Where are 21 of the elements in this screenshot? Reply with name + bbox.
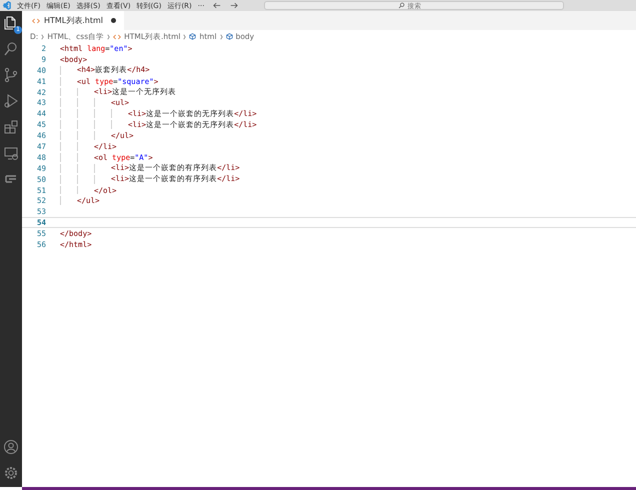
cube-icon (189, 33, 196, 40)
forward-arrow-icon[interactable] (230, 2, 238, 9)
chevron-icon (220, 34, 223, 40)
extensions-icon[interactable] (3, 119, 19, 135)
editor-tab[interactable]: HTML列表.html (22, 11, 124, 30)
back-arrow-icon[interactable] (213, 2, 222, 9)
chevron-icon (183, 34, 186, 40)
chevron-icon (107, 34, 110, 40)
branch-icon[interactable] (3, 67, 19, 83)
play-bug-icon[interactable] (3, 93, 19, 109)
chevron-icon (41, 34, 44, 40)
search-icon[interactable] (3, 41, 19, 57)
app-logo-icon (2, 1, 11, 10)
code-file-icon (113, 34, 122, 40)
settings-icon[interactable] (3, 465, 19, 481)
code-file-icon (32, 18, 40, 24)
search-icon (398, 2, 406, 9)
monitor-icon[interactable] (3, 145, 19, 161)
tab-label: HTML列表.html (44, 15, 104, 26)
account-icon[interactable] (3, 439, 19, 455)
cube-icon (226, 33, 233, 40)
